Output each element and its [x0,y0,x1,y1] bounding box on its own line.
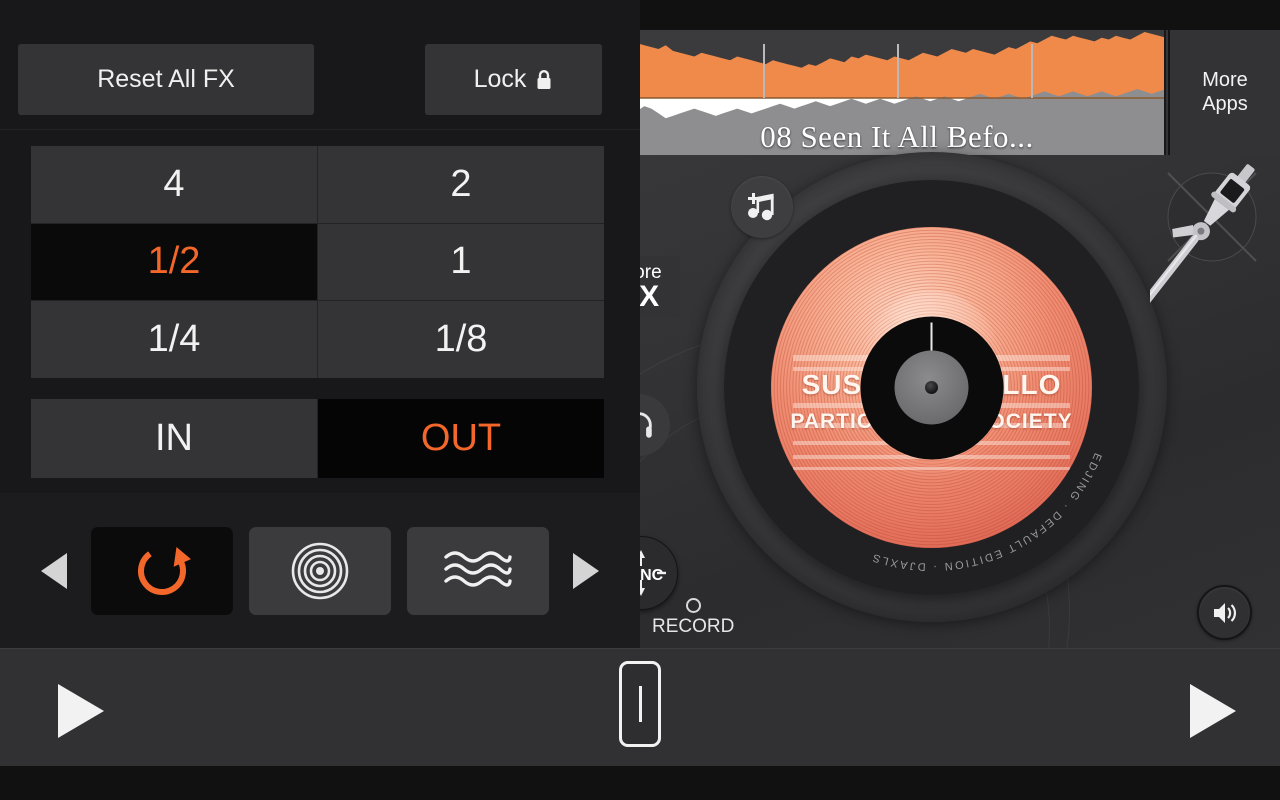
beat-cell-1-8[interactable]: 1/8 [318,301,604,378]
lock-icon [535,69,553,91]
beat-length-grid: 4 2 1/2 1 1/4 1/8 [31,146,604,378]
crossfader-handle-line [639,686,642,722]
beat-cell-label: 1/2 [148,240,201,283]
beat-cell-1[interactable]: 1 [318,224,604,301]
beat-cell-1-4[interactable]: 1/4 [31,301,317,378]
track-title: 08 Seen It All Befo... [630,119,1164,155]
effect-tile-loop-roll[interactable] [91,527,233,615]
speaker-icon [1211,600,1239,626]
carousel-prev-button[interactable] [33,545,75,597]
bottom-bezel [0,766,1280,800]
flanger-icon [442,543,514,599]
beat-cell-label: 1/8 [435,318,488,361]
add-music-icon [744,191,780,223]
record-indicator [686,598,701,613]
reset-all-fx-button[interactable]: Reset All FX [18,44,314,115]
loop-button-label: OUT [421,417,501,460]
effect-tile-echo[interactable] [249,527,391,615]
beat-cell-label: 2 [450,163,471,206]
beat-cell-label: 1 [450,240,471,283]
beat-cell-1-2[interactable]: 1/2 [31,224,317,301]
loop-in-button[interactable]: IN [31,399,317,478]
loop-out-button[interactable]: OUT [318,399,604,478]
loop-button-label: IN [155,417,193,460]
effect-tile-flanger[interactable] [407,527,549,615]
carousel-next-button[interactable] [565,545,607,597]
volume-button[interactable] [1197,585,1252,640]
waveform-display[interactable]: 08 Seen It All Befo... [630,30,1166,155]
more-apps-button[interactable]: More Apps [1168,30,1280,155]
record-label: RECORD [652,616,734,637]
spindle-hole [925,381,938,394]
more-apps-label-line1: More [1202,69,1248,93]
spindle-disc [895,351,969,425]
fx-panel: Reset All FX Lock 4 2 1/2 1 1/4 1/8 IN OUT [0,0,640,648]
echo-icon [290,541,350,601]
reset-all-fx-label: Reset All FX [97,65,235,94]
effect-carousel [0,493,640,648]
lock-button[interactable]: Lock [425,44,602,115]
loop-in-out-group: IN OUT [31,399,604,478]
loop-roll-icon [131,540,193,602]
beat-cell-label: 4 [163,163,184,206]
lock-label: Lock [474,65,527,94]
chevron-right-icon [569,549,603,593]
crossfader-handle[interactable] [619,661,661,747]
play-button-left[interactable] [52,681,108,741]
vinyl-center [860,316,1003,459]
add-music-button[interactable] [731,176,793,238]
vinyl-record[interactable]: EDJING · DEFAULT EDITION · DJAXLS SUSAN … [724,180,1139,595]
beat-cell-2[interactable]: 2 [318,146,604,223]
dj-app-screen: More FX 08 Seen It All Befo... More Apps [0,0,1280,800]
record-button[interactable]: RECORD [652,598,734,638]
beat-cell-4[interactable]: 4 [31,146,317,223]
beat-cell-label: 1/4 [148,318,201,361]
more-apps-label-line2: Apps [1202,93,1248,117]
tonearm[interactable] [1150,155,1280,555]
play-button-right[interactable] [1184,681,1240,741]
chevron-left-icon [37,549,71,593]
fx-panel-header: Reset All FX Lock [0,30,640,130]
